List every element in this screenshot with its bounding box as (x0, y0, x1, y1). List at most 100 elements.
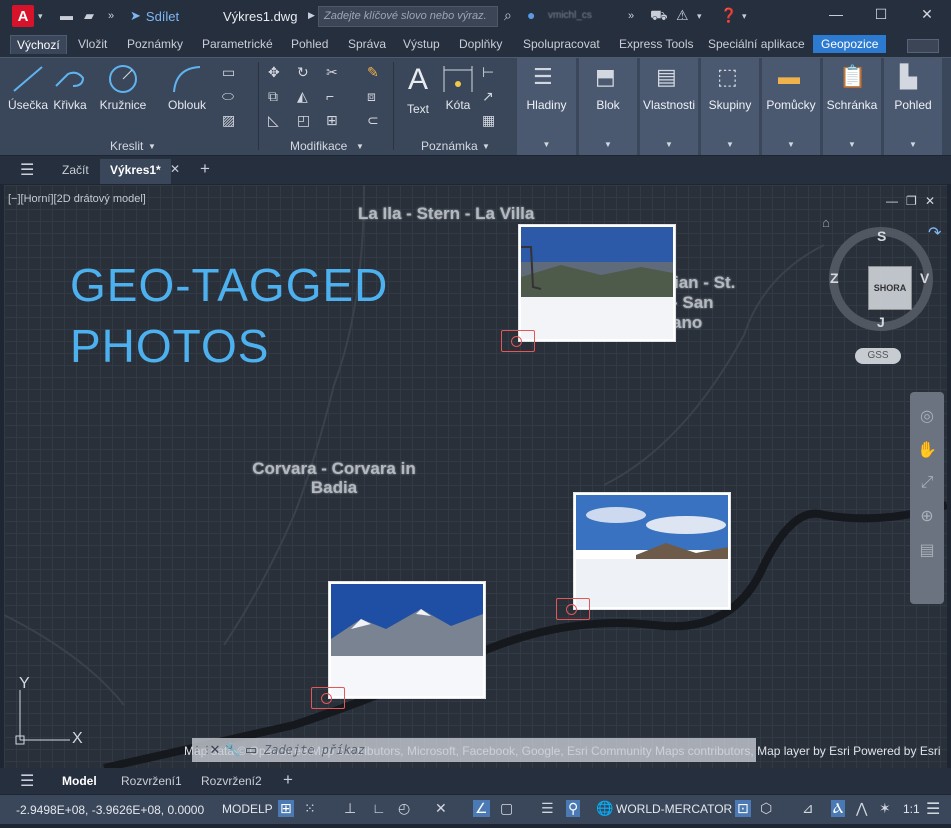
model-space-toggle[interactable]: MODELP (222, 802, 273, 816)
layout-icon[interactable]: ⊡ (735, 800, 751, 817)
command-customize-icon[interactable]: 🔧 (224, 742, 242, 758)
home-view-icon[interactable]: ⌂ (822, 215, 830, 230)
viewcube-east[interactable]: V (920, 270, 929, 286)
tab-annotate[interactable]: Poznámky (127, 37, 183, 51)
tab-model[interactable]: Model (62, 774, 97, 788)
viewcube-face-top[interactable]: SHORA (868, 266, 912, 310)
text-button[interactable]: A Text (402, 62, 434, 116)
groups-group[interactable]: ⬚ Skupiny ▼ (701, 58, 759, 155)
offset-icon[interactable]: ⊂ (367, 112, 379, 129)
tab-insert[interactable]: Vložit (78, 37, 107, 51)
snap-icon[interactable]: ⁙ (304, 800, 316, 817)
orbit-icon[interactable]: ⊕ (910, 506, 944, 526)
menu-icon[interactable]: ☰ (20, 160, 34, 180)
draw-panel-label[interactable]: Kreslit (110, 139, 143, 153)
leader-icon[interactable]: ↗ (482, 88, 494, 105)
copy-icon[interactable]: ⧉ (268, 88, 278, 105)
block-group[interactable]: ⬒ Blok ▼ (579, 58, 637, 155)
command-grip-icon[interactable]: ⋮⋮ (192, 745, 212, 756)
layers-group[interactable]: ☰ Hladiny ▼ (517, 58, 576, 155)
open-folder-icon[interactable]: ▰ (84, 8, 94, 24)
isometric-icon[interactable]: ⬡ (760, 800, 772, 817)
more-icon[interactable]: » (628, 10, 634, 22)
tab-layout1[interactable]: Rozvržení1 (121, 774, 182, 788)
tab-parametric[interactable]: Parametrické (202, 37, 273, 51)
new-tab-icon[interactable]: + (200, 159, 210, 179)
tab-collaborate[interactable]: Spolupracovat (523, 37, 600, 51)
object-snap-tracking-icon[interactable]: ∠ (473, 800, 490, 817)
object-snap-icon[interactable]: ▢ (500, 800, 513, 817)
coordinate-system-label[interactable]: WORLD-MERCATOR (616, 802, 732, 816)
dimension-button[interactable]: Kóta (440, 64, 476, 112)
geo-photo-2[interactable] (573, 492, 731, 610)
workspace-icon[interactable]: ✶ (879, 800, 891, 817)
infer-constraints-icon[interactable]: ⊥ (344, 800, 356, 817)
ortho-icon[interactable]: ∟ (372, 800, 386, 816)
viewcube-north[interactable]: S (877, 228, 886, 244)
command-close-icon[interactable]: ✕ (206, 742, 224, 758)
modify-panel-label[interactable]: Modifikace (290, 139, 347, 153)
coordinate-system-dropdown[interactable]: GSS (855, 348, 901, 364)
tab-manage[interactable]: Správa (348, 37, 386, 51)
view-group[interactable]: ▙ Pohled ▼ (884, 58, 942, 155)
auto-scale-icon[interactable]: ⋀ (856, 800, 867, 817)
geolocation-icon[interactable]: ⚲ (566, 800, 581, 817)
search-input[interactable]: Zadejte klíčové slovo nebo výraz. (318, 6, 498, 27)
camera-marker-1[interactable] (501, 330, 535, 352)
command-input[interactable]: Zadejte příkaz (264, 743, 365, 757)
drawing-canvas[interactable]: [−][Horní][2D drátový model] La Ila - St… (4, 185, 947, 768)
rotate-icon[interactable]: ↻ (297, 64, 309, 81)
help-dropdown-icon[interactable]: ▾ (742, 11, 747, 22)
maximize-button[interactable]: ☐ (870, 6, 892, 26)
customize-status-icon[interactable]: ☰ (926, 799, 940, 819)
tab-view[interactable]: Pohled (291, 37, 328, 51)
arc-button[interactable]: Oblouk (164, 64, 210, 112)
tab-start[interactable]: Začít (62, 163, 89, 177)
command-line[interactable]: ⋮⋮ ✕ 🔧 ▭ Zadejte příkaz (192, 738, 756, 762)
tab-addins[interactable]: Doplňky (459, 37, 502, 51)
viewcube[interactable]: SHORA S J V Z (829, 227, 933, 331)
array-icon[interactable]: ⊞ (326, 112, 338, 129)
search-arrow-icon[interactable]: ▶ (308, 10, 315, 21)
ucs-status-icon[interactable]: ⊿ (802, 800, 814, 817)
app-menu-arrow-icon[interactable]: ▾ (38, 11, 43, 22)
viewcube-west[interactable]: Z (830, 270, 839, 286)
viewport-close-icon[interactable]: ✕ (925, 194, 935, 208)
search-icon[interactable]: ⌕ (504, 7, 512, 24)
globe-icon[interactable]: 🌐 (596, 800, 613, 817)
minimize-button[interactable]: — (825, 6, 847, 26)
camera-marker-3[interactable] (311, 687, 345, 709)
table-icon[interactable]: ▦ (482, 112, 495, 129)
grid-icon[interactable]: ⊞ (278, 800, 294, 817)
showmotion-icon[interactable]: ▤ (910, 540, 944, 560)
hatch-icon[interactable]: ▨ (222, 112, 235, 129)
zoom-extents-icon[interactable]: ⤢ (910, 474, 944, 492)
scale-icon[interactable]: ◰ (297, 112, 310, 129)
tab-geolocation[interactable]: Geopozice (813, 35, 887, 53)
camera-marker-2[interactable] (556, 598, 590, 620)
app-dropdown-icon[interactable]: ▾ (697, 11, 702, 22)
user-name[interactable]: vmichl_cs (548, 10, 592, 21)
line-button[interactable]: Úsečka (8, 64, 48, 112)
move-icon[interactable]: ✥ (268, 64, 280, 81)
trim-icon[interactable]: ✂ (326, 64, 338, 81)
rotate-view-icon[interactable]: ↷ (928, 223, 941, 243)
close-tab-icon[interactable]: ✕ (170, 162, 180, 176)
steering-wheel-icon[interactable]: ◎ (910, 406, 944, 426)
tab-output[interactable]: Výstup (403, 37, 440, 51)
geo-photo-3[interactable] (328, 581, 486, 699)
user-avatar-icon[interactable]: ● (527, 7, 535, 23)
linear-dim-icon[interactable]: ⊢ (482, 64, 494, 81)
circle-button[interactable]: Kružnice (98, 64, 148, 112)
annotation-panel-label[interactable]: Poznámka (421, 139, 478, 153)
help-icon[interactable]: ❓ (720, 7, 737, 24)
autodesk-app-icon[interactable]: ⚠ (676, 7, 689, 24)
annotation-visibility-icon[interactable]: Ⲁ (831, 800, 846, 817)
properties-group[interactable]: ▤ Vlastnosti ▼ (640, 58, 698, 155)
fillet-icon[interactable]: ⌐ (326, 88, 334, 104)
annotation-scale[interactable]: 1:1 (903, 802, 920, 816)
ellipse-icon[interactable]: ⬭ (222, 88, 234, 105)
annotation-panel-arrow-icon[interactable]: ▼ (482, 142, 490, 151)
utilities-group[interactable]: ▬ Pomůcky ▼ (762, 58, 820, 155)
viewport-label[interactable]: [−][Horní][2D drátový model] (8, 193, 146, 205)
